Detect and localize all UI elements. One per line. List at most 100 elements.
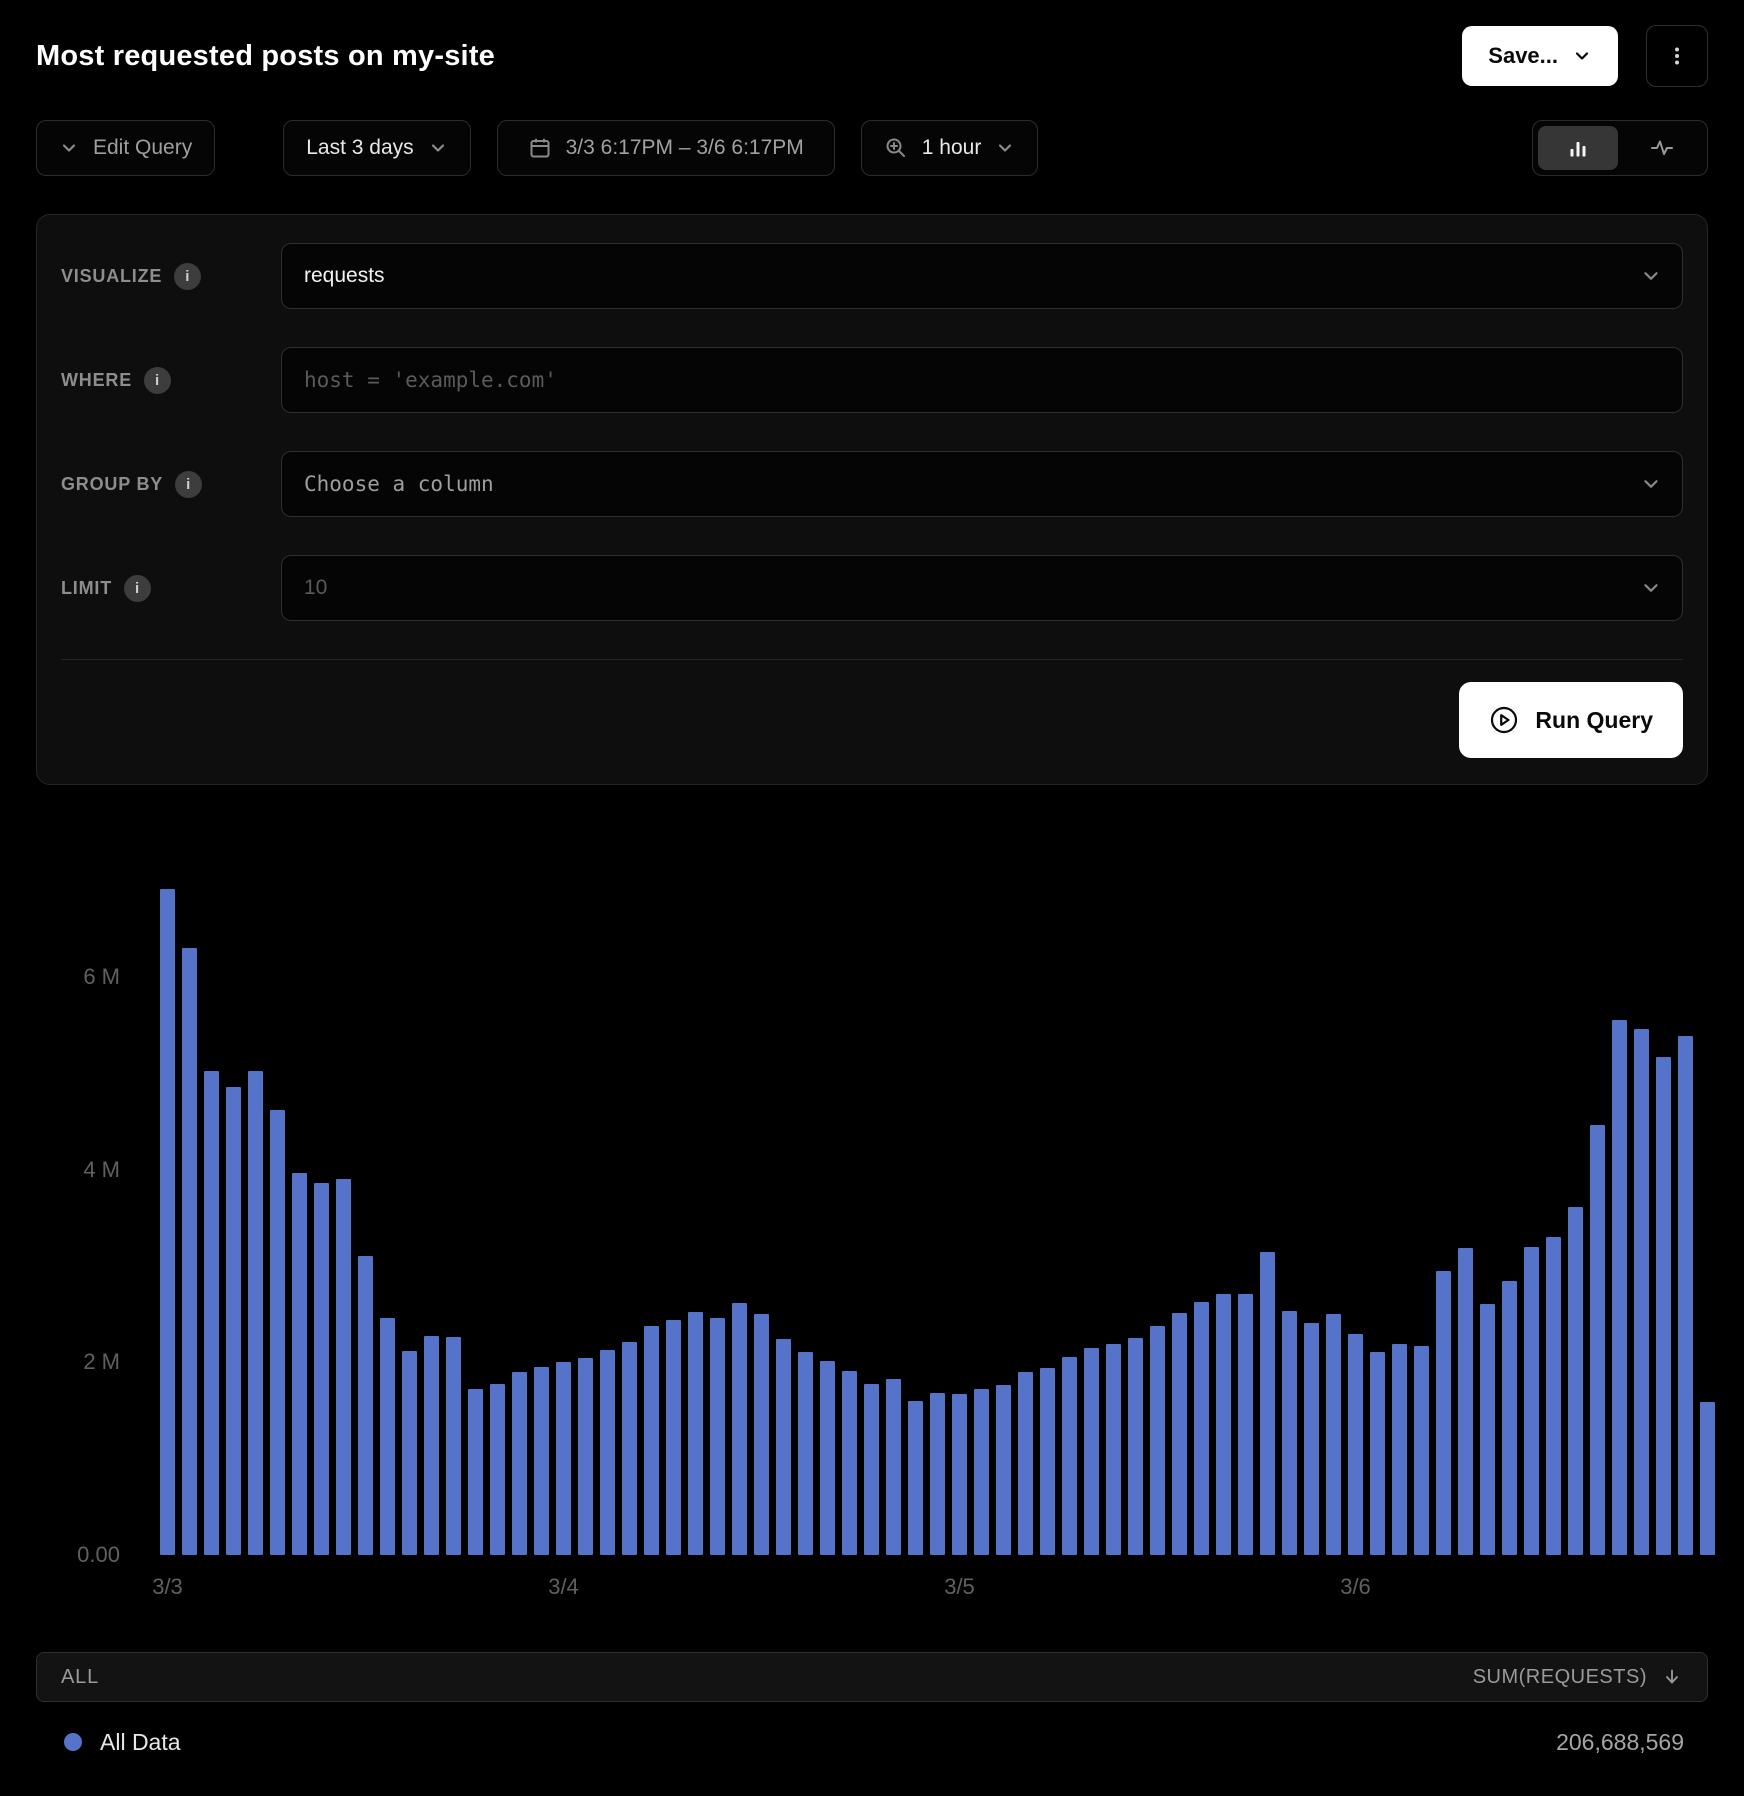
bar[interactable]	[1326, 1314, 1341, 1555]
where-row: WHERE i host = 'example.com'	[61, 347, 1683, 413]
y-axis-label: 6 M	[36, 964, 120, 990]
line-chart-toggle[interactable]	[1622, 126, 1702, 170]
bar[interactable]	[1436, 1271, 1451, 1555]
bar[interactable]	[1260, 1252, 1275, 1555]
bar[interactable]	[1062, 1357, 1077, 1555]
bar[interactable]	[1282, 1311, 1297, 1555]
save-button[interactable]: Save...	[1462, 26, 1618, 86]
bar[interactable]	[336, 1179, 351, 1555]
bar[interactable]	[1392, 1344, 1407, 1555]
bar[interactable]	[160, 889, 175, 1555]
bar[interactable]	[842, 1371, 857, 1555]
info-icon[interactable]: i	[124, 575, 151, 602]
bar[interactable]	[1480, 1304, 1495, 1555]
granularity-dropdown[interactable]: 1 hour	[861, 120, 1039, 176]
bar[interactable]	[688, 1312, 703, 1555]
bar-chart-icon	[1566, 136, 1590, 160]
info-icon[interactable]: i	[174, 263, 201, 290]
bar[interactable]	[1370, 1352, 1385, 1555]
info-icon[interactable]: i	[175, 471, 202, 498]
bar-chart-toggle[interactable]	[1538, 126, 1618, 170]
bar[interactable]	[490, 1384, 505, 1555]
bar[interactable]	[1524, 1247, 1539, 1555]
bar[interactable]	[952, 1394, 967, 1555]
kebab-menu-icon	[1666, 45, 1688, 67]
bar[interactable]	[974, 1389, 989, 1555]
bar[interactable]	[292, 1173, 307, 1555]
bar[interactable]	[380, 1318, 395, 1555]
edit-query-toggle[interactable]: Edit Query	[36, 120, 215, 176]
save-button-label: Save...	[1488, 43, 1558, 69]
bar[interactable]	[226, 1087, 241, 1555]
column-header-all: ALL	[61, 1666, 99, 1689]
bar[interactable]	[1018, 1372, 1033, 1555]
bar[interactable]	[556, 1362, 571, 1555]
more-options-button[interactable]	[1646, 25, 1708, 87]
bar[interactable]	[424, 1336, 439, 1555]
arrow-down-icon	[1661, 1666, 1683, 1688]
bar[interactable]	[358, 1256, 373, 1555]
bar[interactable]	[644, 1326, 659, 1555]
bar[interactable]	[666, 1320, 681, 1555]
bar[interactable]	[600, 1350, 615, 1555]
bar[interactable]	[270, 1110, 285, 1555]
bar[interactable]	[754, 1314, 769, 1555]
bar[interactable]	[1128, 1338, 1143, 1555]
run-query-button[interactable]: Run Query	[1459, 682, 1683, 758]
bar[interactable]	[886, 1379, 901, 1555]
limit-select[interactable]: 10	[281, 555, 1683, 621]
bar[interactable]	[1502, 1281, 1517, 1555]
bar[interactable]	[820, 1361, 835, 1555]
date-range-picker[interactable]: 3/3 6:17PM – 3/6 6:17PM	[497, 120, 835, 176]
bar[interactable]	[512, 1372, 527, 1555]
bar[interactable]	[248, 1071, 263, 1555]
bar[interactable]	[1040, 1368, 1055, 1555]
bar[interactable]	[1656, 1057, 1671, 1555]
bar[interactable]	[864, 1384, 879, 1555]
bar[interactable]	[1700, 1402, 1715, 1555]
sort-column-sum-requests[interactable]: SUM(REQUESTS)	[1473, 1666, 1683, 1689]
bar[interactable]	[314, 1183, 329, 1555]
bar[interactable]	[732, 1303, 747, 1555]
visualize-select[interactable]: requests	[281, 243, 1683, 309]
bar[interactable]	[1414, 1346, 1429, 1555]
group-by-select[interactable]: Choose a column	[281, 451, 1683, 517]
bar[interactable]	[446, 1337, 461, 1555]
bar[interactable]	[1194, 1302, 1209, 1555]
where-input[interactable]: host = 'example.com'	[281, 347, 1683, 413]
bar[interactable]	[1304, 1323, 1319, 1555]
bar[interactable]	[468, 1389, 483, 1555]
bar[interactable]	[1568, 1207, 1583, 1555]
bar[interactable]	[798, 1352, 813, 1555]
bar[interactable]	[402, 1351, 417, 1555]
table-row[interactable]: All Data 206,688,569	[36, 1702, 1708, 1782]
bar[interactable]	[1106, 1344, 1121, 1555]
chevron-down-icon	[1640, 577, 1662, 599]
bar[interactable]	[204, 1071, 219, 1555]
y-axis-label: 4 M	[36, 1157, 120, 1183]
bar[interactable]	[1678, 1036, 1693, 1555]
bar[interactable]	[1238, 1294, 1253, 1555]
info-icon[interactable]: i	[144, 367, 171, 394]
bar[interactable]	[578, 1358, 593, 1555]
bar[interactable]	[1348, 1334, 1363, 1555]
bar[interactable]	[1172, 1313, 1187, 1555]
bar[interactable]	[930, 1393, 945, 1555]
bar[interactable]	[1612, 1020, 1627, 1555]
bar[interactable]	[908, 1401, 923, 1555]
time-range-preset-dropdown[interactable]: Last 3 days	[283, 120, 470, 176]
x-axis-label: 3/3	[152, 1574, 183, 1600]
bar[interactable]	[996, 1385, 1011, 1555]
bar[interactable]	[1634, 1029, 1649, 1555]
bar[interactable]	[182, 948, 197, 1555]
bar[interactable]	[1546, 1237, 1561, 1555]
bar[interactable]	[534, 1367, 549, 1555]
bar[interactable]	[1150, 1326, 1165, 1555]
bar[interactable]	[776, 1339, 791, 1555]
bar[interactable]	[1458, 1248, 1473, 1555]
bar[interactable]	[1590, 1125, 1605, 1555]
bar[interactable]	[710, 1318, 725, 1555]
bar[interactable]	[622, 1342, 637, 1555]
bar[interactable]	[1084, 1348, 1099, 1555]
bar[interactable]	[1216, 1294, 1231, 1555]
